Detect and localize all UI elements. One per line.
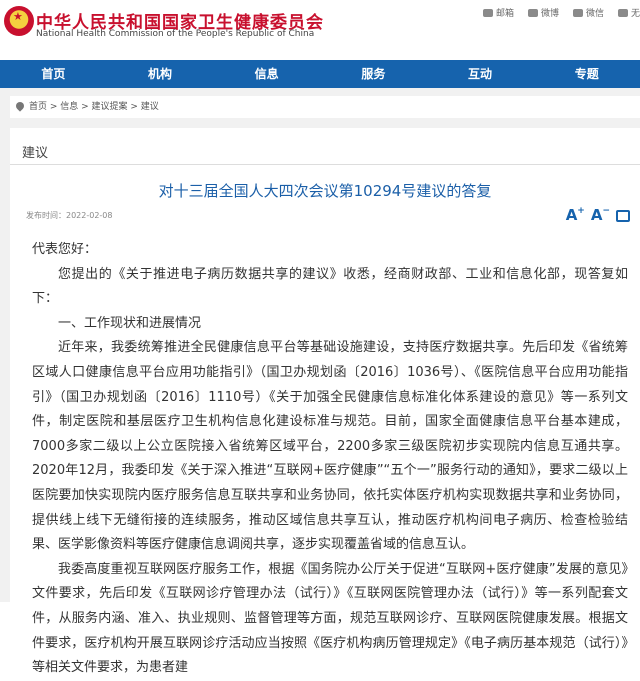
paragraph: 近年来，我委统筹推进全民健康信息平台等基础设施建设，支持医疗数据共享。先后印发《… — [32, 340, 628, 553]
paragraph: 我委高度重视互联网医疗服务工作，根据《国务院办公厅关于促进“互联网+医疗健康”发… — [32, 561, 628, 676]
wechat-icon — [572, 8, 583, 17]
divider — [10, 164, 640, 165]
section-heading: 一、工作现状和进展情况 — [58, 315, 202, 331]
national-emblem-logo — [4, 6, 34, 36]
nav-topics[interactable]: 专题 — [533, 60, 640, 88]
weibo-icon — [527, 8, 538, 17]
accessibility-icon — [617, 8, 628, 17]
font-decrease-icon[interactable]: A− — [591, 206, 610, 224]
article-panel: 建议 对十三届全国人大四次会议第10294号建议的答复 发布时间：2022-02… — [10, 128, 640, 675]
article-title: 对十三届全国人大四次会议第10294号建议的答复 — [158, 182, 492, 200]
mail-icon — [482, 8, 493, 17]
paragraph: 您提出的《关于推进电子病历数据共享的建议》收悉，经商财政部、工业和信息化部，现答… — [32, 266, 628, 307]
breadcrumb-text[interactable]: 首页 > 信息 > 建议提案 > 建议 — [29, 102, 159, 112]
salutation: 代表您好： — [32, 242, 98, 257]
nav-interaction[interactable]: 互动 — [427, 60, 534, 88]
nav-home[interactable]: 首页 — [0, 60, 107, 88]
article-body: 代表您好： 您提出的《关于推进电子病历数据共享的建议》收悉，经商财政部、工业和信… — [32, 238, 628, 681]
publish-date: 发布时间：2022-02-08 — [26, 211, 113, 220]
panel-tab-label: 建议 — [22, 146, 49, 161]
main-nav: 首页 机构 信息 服务 互动 专题 — [0, 60, 640, 88]
article-tools: A+ A− — [566, 206, 630, 224]
location-icon — [14, 100, 26, 112]
nav-organization[interactable]: 机构 — [107, 60, 214, 88]
wechat-link[interactable]: 微信 — [572, 6, 604, 19]
header-tools: 邮箱 微博 微信 无 — [482, 6, 640, 19]
font-increase-icon[interactable]: A+ — [566, 206, 585, 224]
accessibility-link[interactable]: 无 — [617, 6, 640, 19]
nav-information[interactable]: 信息 — [213, 60, 320, 88]
print-icon[interactable] — [616, 210, 630, 222]
nav-services[interactable]: 服务 — [320, 60, 427, 88]
site-header: 中华人民共和国国家卫生健康委员会 National Health Commiss… — [0, 0, 640, 60]
site-title-english: National Health Commission of the People… — [36, 29, 315, 39]
mailbox-link[interactable]: 邮箱 — [482, 6, 514, 19]
breadcrumb: 首页 > 信息 > 建议提案 > 建议 — [10, 96, 640, 118]
weibo-link[interactable]: 微博 — [527, 6, 559, 19]
